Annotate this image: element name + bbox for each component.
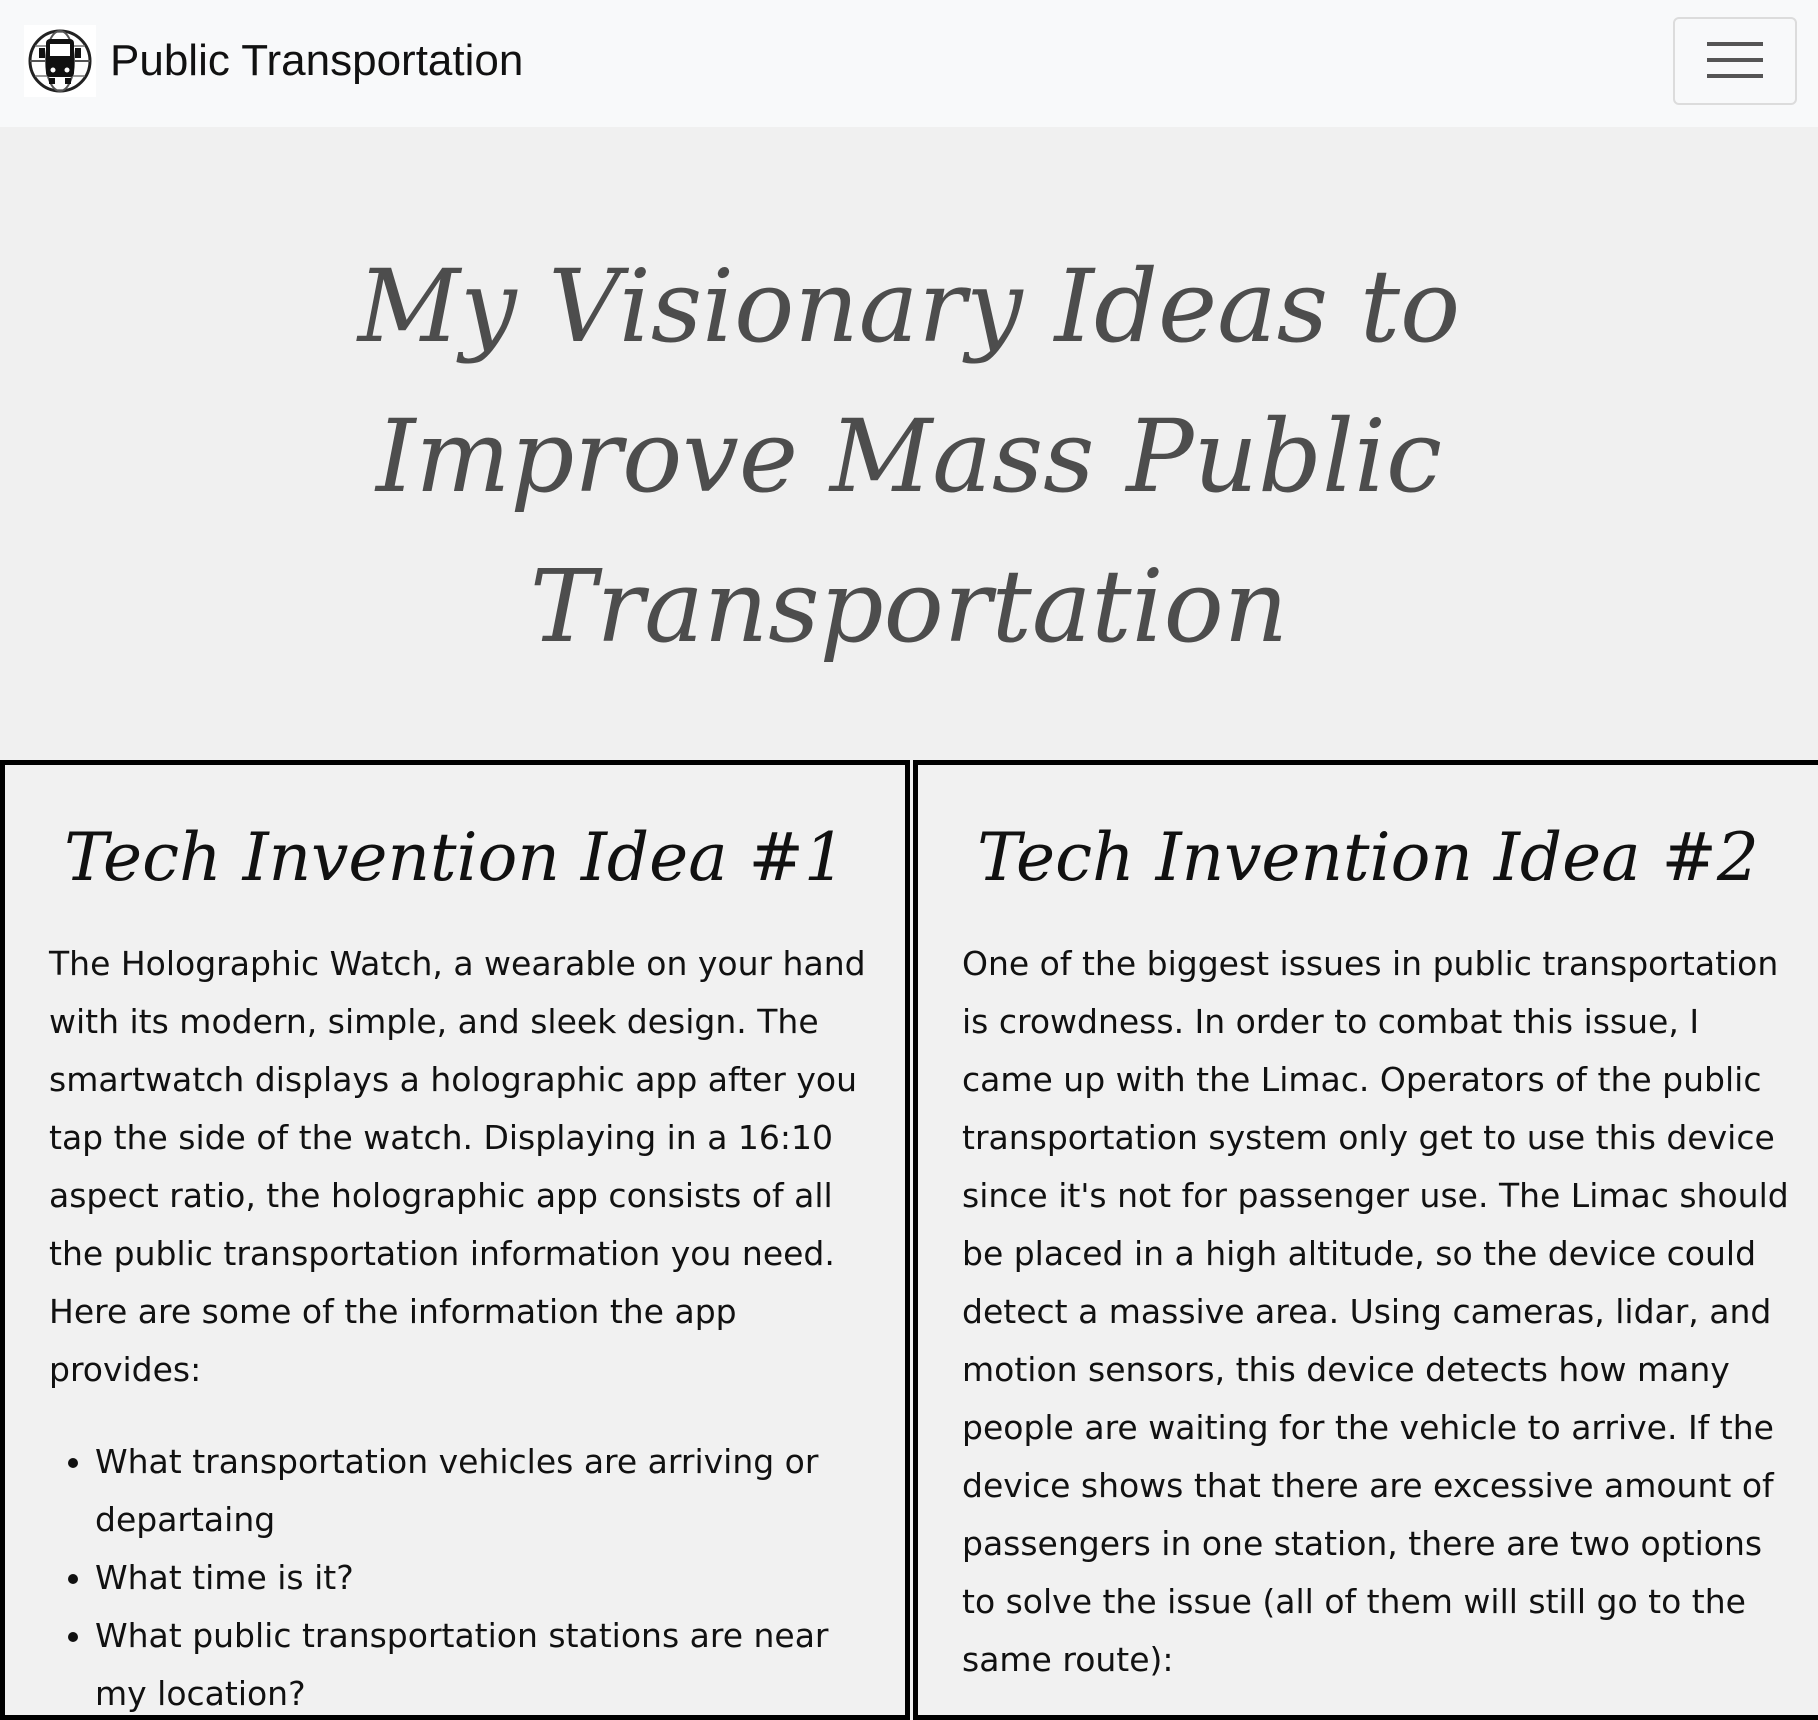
- idea-title: Tech Invention Idea #1: [64, 819, 846, 896]
- list-item: What time is it?: [95, 1549, 879, 1607]
- hero-section: My Visionary Ideas to Improve Mass Publi…: [0, 127, 1818, 760]
- idea-body: The Holographic Watch, a wearable on you…: [49, 935, 879, 1715]
- brand-name: Public Transportation: [110, 36, 524, 85]
- navbar: Public Transportation: [0, 0, 1818, 127]
- idea-card-1: Tech Invention Idea #1 The Holographic W…: [0, 760, 910, 1720]
- page-title: My Visionary Ideas to Improve Mass Publi…: [357, 248, 1461, 665]
- menu-toggle-button[interactable]: [1673, 17, 1797, 105]
- list-item: What transportation vehicles are arrivin…: [95, 1433, 879, 1549]
- feature-list: What transportation vehicles are arrivin…: [49, 1433, 879, 1715]
- hamburger-menu-icon: [1707, 38, 1763, 85]
- idea-card-2: Tech Invention Idea #2 One of the bigges…: [913, 760, 1818, 1720]
- idea-title: Tech Invention Idea #2: [977, 819, 1759, 896]
- ideas-section: Tech Invention Idea #1 The Holographic W…: [0, 760, 1818, 1720]
- idea-body: One of the biggest issues in public tran…: [962, 935, 1792, 1689]
- list-item: What public transportation stations are …: [95, 1607, 879, 1715]
- idea-description: One of the biggest issues in public tran…: [962, 944, 1789, 1679]
- bus-globe-icon: [24, 25, 96, 97]
- brand-link[interactable]: Public Transportation: [24, 25, 523, 97]
- idea-description: The Holographic Watch, a wearable on you…: [49, 944, 866, 1389]
